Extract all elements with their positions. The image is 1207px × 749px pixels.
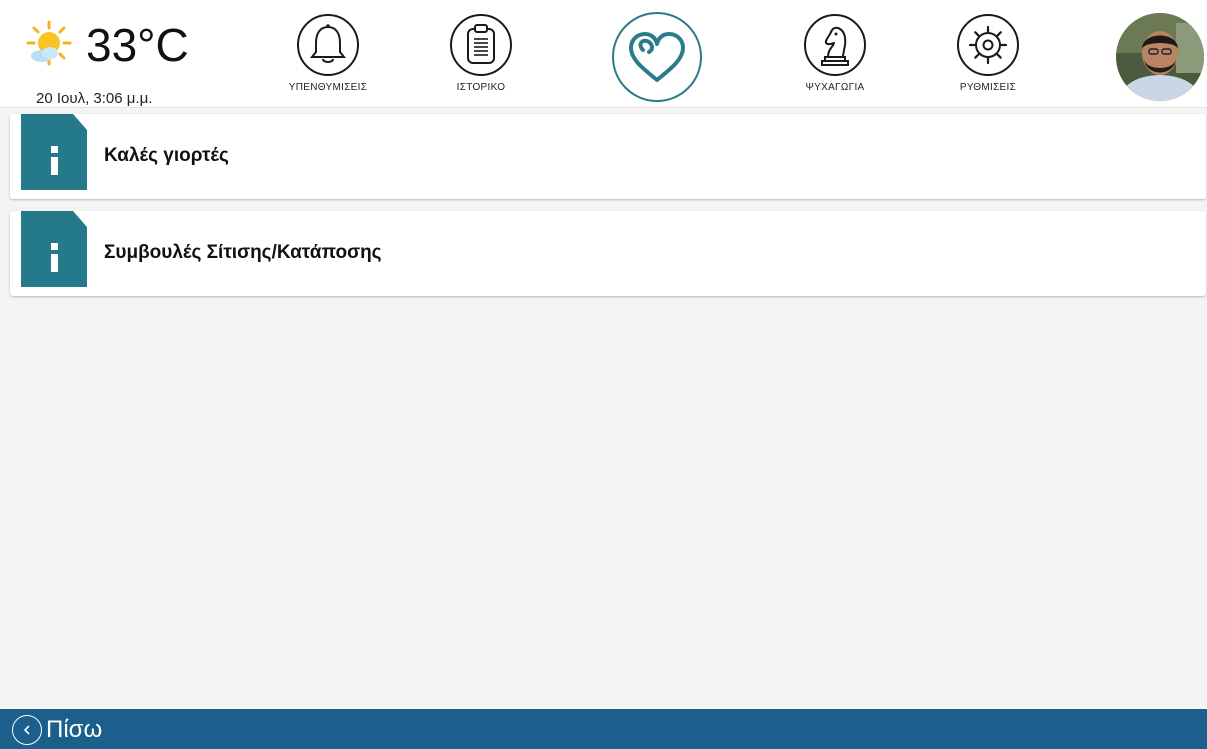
app-screen: 33°C 20 Ιουλ, 3:06 μ.μ. ΥΠΕΝΘΥΜΙΣΕΙΣ ΙΣΤ… (0, 0, 1207, 749)
nav-history[interactable]: ΙΣΤΟΡΙΚΟ (411, 10, 551, 106)
nav-history-circle (450, 14, 512, 76)
nav-reminders-label: ΥΠΕΝΘΥΜΙΣΕΙΣ (288, 82, 368, 93)
top-bar: 33°C 20 Ιουλ, 3:06 μ.μ. ΥΠΕΝΘΥΜΙΣΕΙΣ ΙΣΤ… (0, 0, 1207, 108)
chevron-left-icon (12, 715, 42, 745)
info-icon (21, 114, 87, 190)
list-item[interactable]: Συμβουλές Σίτισης/Κατάποσης (10, 211, 1206, 296)
chess-knight-icon (821, 26, 849, 66)
date-time: 20 Ιουλ, 3:06 μ.μ. (36, 90, 153, 107)
message-list: Καλές γιορτές Συμβουλές Σίτισης/Κατάποση… (10, 114, 1207, 308)
list-item-title: Καλές γιορτές (104, 145, 229, 166)
sun-cloud-icon (26, 20, 72, 66)
back-label: Πίσω (46, 716, 103, 743)
nav-settings[interactable]: ΡΥΘΜΙΣΕΙΣ (918, 10, 1058, 106)
nav-health-circle (612, 12, 702, 102)
nav-entertainment-label: ΨΥΧΑΓΩΓΙΑ (805, 82, 865, 93)
avatar-photo (1116, 13, 1204, 101)
list-item-title: Συμβουλές Σίτισης/Κατάποσης (104, 242, 382, 263)
nav-reminders[interactable]: ΥΠΕΝΘΥΜΙΣΕΙΣ (258, 10, 398, 106)
nav-settings-circle (957, 14, 1019, 76)
bottom-bar: Πίσω (0, 709, 1207, 749)
info-icon (21, 211, 87, 287)
list-item[interactable]: Καλές γιορτές (10, 114, 1206, 199)
back-button[interactable]: Πίσω (12, 714, 102, 746)
heart-icon (629, 32, 685, 82)
nav-health[interactable] (612, 12, 704, 104)
weather-widget: 33°C 20 Ιουλ, 3:06 μ.μ. (24, 14, 224, 107)
nav-settings-label: ΡΥΘΜΙΣΕΙΣ (959, 82, 1017, 93)
gear-icon (968, 25, 1008, 65)
nav-history-label: ΙΣΤΟΡΙΚΟ (456, 82, 506, 93)
clipboard-icon (467, 24, 495, 64)
user-avatar[interactable] (1116, 13, 1204, 101)
nav-reminders-circle (297, 14, 359, 76)
bell-icon (309, 24, 347, 63)
nav-entertainment-circle (804, 14, 866, 76)
temperature: 33°C (86, 19, 189, 71)
nav-entertainment[interactable]: ΨΥΧΑΓΩΓΙΑ (765, 10, 905, 106)
